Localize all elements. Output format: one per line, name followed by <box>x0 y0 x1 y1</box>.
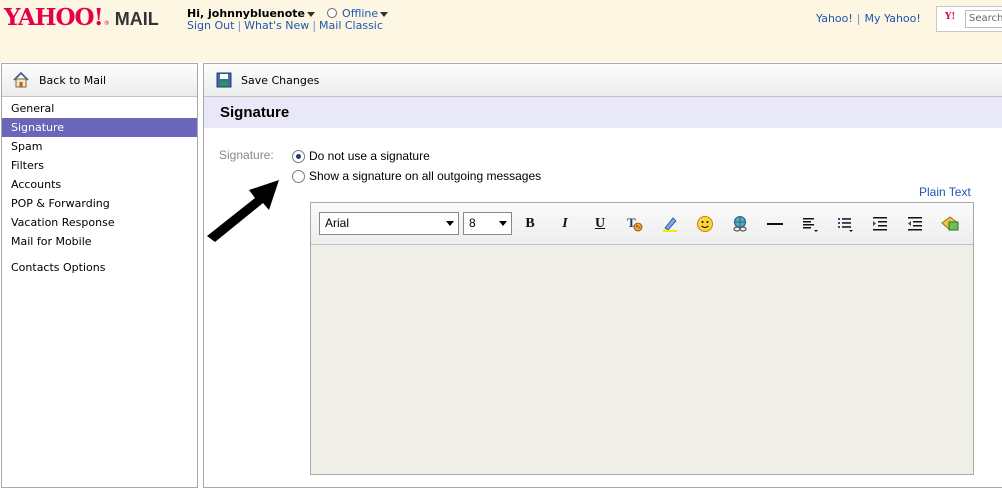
link-icon <box>733 216 747 232</box>
bold-icon: B <box>525 216 535 231</box>
chevron-down-icon <box>499 221 507 226</box>
font-size-select[interactable]: 8 <box>463 212 512 235</box>
outdent-icon <box>908 217 922 231</box>
home-icon <box>13 71 29 88</box>
outdent-button[interactable] <box>904 214 926 234</box>
save-changes-button[interactable]: Save Changes <box>204 64 1002 97</box>
bullet-list-button[interactable] <box>834 214 856 234</box>
signature-field-label: Signature: <box>219 148 274 162</box>
sidebar-item-accounts[interactable]: Accounts <box>2 175 197 194</box>
bold-button[interactable]: B <box>519 214 541 234</box>
indent-button[interactable] <box>869 214 891 234</box>
insert-image-icon <box>941 216 959 231</box>
sidebar-item-contacts-options[interactable]: Contacts Options <box>2 258 197 277</box>
no-signature-label: Do not use a signature <box>309 149 430 163</box>
sidebar-item-general[interactable]: General <box>2 99 197 118</box>
font-family-select[interactable]: Arial <box>319 212 459 235</box>
signature-text-area[interactable] <box>311 245 973 474</box>
save-changes-label: Save Changes <box>241 74 320 87</box>
logo-suffix: MAIL <box>114 9 159 29</box>
options-nav: General Signature Spam Filters Accounts … <box>2 97 197 277</box>
sidebar-item-vacation-response[interactable]: Vacation Response <box>2 213 197 232</box>
align-button[interactable] <box>799 214 821 234</box>
horizontal-rule-icon <box>767 223 783 225</box>
insert-link-button[interactable] <box>729 214 751 234</box>
align-icon <box>803 218 818 232</box>
section-title-bar: Signature <box>204 97 1002 128</box>
chevron-down-icon[interactable] <box>380 11 389 17</box>
underline-icon: U <box>594 216 606 231</box>
italic-icon: I <box>562 216 568 231</box>
signature-settings-panel: Save Changes Signature Signature: Do not… <box>203 63 1002 488</box>
chevron-down-icon <box>446 221 454 226</box>
chevron-down-icon[interactable] <box>307 11 316 17</box>
signature-editor: Arial 8 B I U T <box>310 202 974 475</box>
yahoo-link[interactable]: Yahoo! <box>816 12 853 25</box>
status-icon <box>326 8 337 18</box>
search-box: Y! Search <box>936 6 1002 32</box>
my-yahoo-link[interactable]: My Yahoo! <box>865 12 921 25</box>
logo-text: YAHOO! <box>4 4 104 31</box>
no-signature-radio[interactable] <box>292 149 305 163</box>
highlight-icon <box>663 217 677 232</box>
font-size-value: 8 <box>469 216 476 230</box>
save-icon <box>216 72 232 88</box>
options-sidebar: Back to Mail General Signature Spam Filt… <box>1 63 198 488</box>
back-to-mail-button[interactable]: Back to Mail <box>2 64 197 97</box>
insert-image-button[interactable] <box>939 214 961 234</box>
bullet-list-icon <box>838 218 853 232</box>
show-signature-label: Show a signature on all outgoing message… <box>309 169 542 183</box>
underline-button[interactable]: U <box>589 214 611 234</box>
option-show-signature[interactable]: Show a signature on all outgoing message… <box>292 168 541 184</box>
plain-text-link[interactable]: Plain Text <box>919 185 971 199</box>
sidebar-item-mail-for-mobile[interactable]: Mail for Mobile <box>2 232 197 251</box>
indent-icon <box>873 217 887 231</box>
yahoo-search-icon: Y! <box>945 12 956 22</box>
sidebar-item-spam[interactable]: Spam <box>2 137 197 156</box>
header-links: Sign Out | What's New | Mail Classic <box>187 19 383 32</box>
editor-toolbar: Arial 8 B I U T <box>311 203 973 245</box>
mail-classic-link[interactable]: Mail Classic <box>319 19 383 32</box>
highlight-button[interactable] <box>659 214 681 234</box>
search-input[interactable]: Search <box>965 10 1002 28</box>
option-no-signature[interactable]: Do not use a signature <box>292 148 430 164</box>
text-color-icon: T <box>627 215 643 232</box>
horizontal-rule-button[interactable] <box>764 214 786 234</box>
page-title: Signature <box>220 104 290 121</box>
arrow-icon <box>207 180 279 242</box>
emoticon-button[interactable] <box>694 214 716 234</box>
sidebar-item-signature[interactable]: Signature <box>2 118 197 137</box>
whats-new-link[interactable]: What's New <box>244 19 309 32</box>
font-family-value: Arial <box>325 216 350 230</box>
show-signature-radio[interactable] <box>292 169 305 183</box>
sidebar-item-filters[interactable]: Filters <box>2 156 197 175</box>
emoticon-icon <box>697 216 713 232</box>
sign-out-link[interactable]: Sign Out <box>187 19 234 32</box>
text-color-button[interactable]: T <box>624 214 646 234</box>
portal-links: Yahoo! | My Yahoo! <box>816 12 921 25</box>
yahoo-mail-logo[interactable]: YAHOO! ® MAIL <box>4 4 159 32</box>
sidebar-item-pop-forwarding[interactable]: POP & Forwarding <box>2 194 197 213</box>
italic-button[interactable]: I <box>554 214 576 234</box>
back-to-mail-label: Back to Mail <box>39 74 107 87</box>
header: YAHOO! ® MAIL Hi, johnnybluenote Offline… <box>0 0 1002 62</box>
